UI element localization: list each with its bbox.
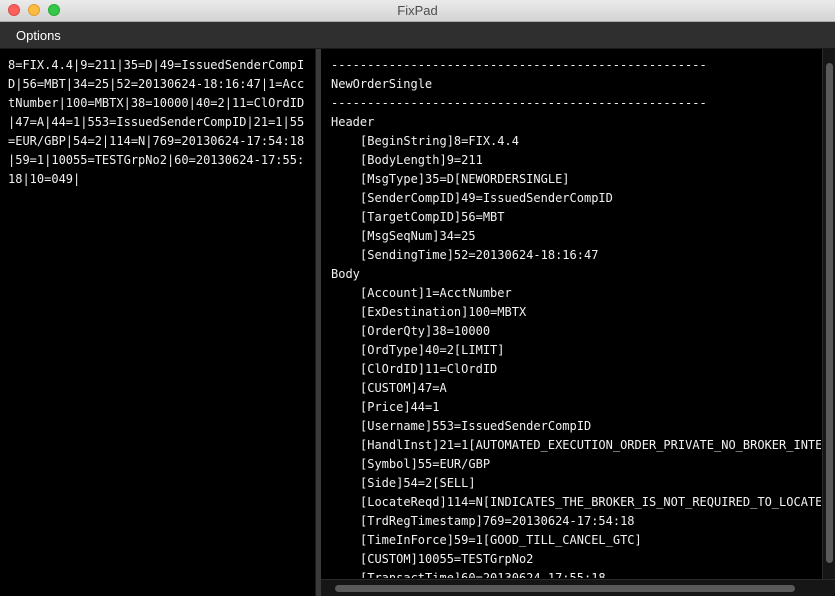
parsed-message-tree: ----------------------------------------… — [331, 56, 821, 578]
header-fields: [BeginString]8=FIX.4.4 [BodyLength]9=211 [… — [331, 132, 821, 265]
field-line: [ClOrdID]11=ClOrdID — [360, 362, 498, 376]
parsed-message-pane[interactable]: ----------------------------------------… — [321, 49, 835, 596]
header-section-label: Header — [331, 115, 375, 129]
raw-message-pane[interactable]: 8=FIX.4.4|9=211|35=D|49=IssuedSenderComp… — [0, 49, 315, 596]
vertical-scrollbar[interactable] — [822, 49, 835, 579]
field-line: [HandlInst]21=1[AUTOMATED_EXECUTION_ORDE… — [360, 438, 821, 452]
message-type-label: NewOrderSingle — [331, 77, 433, 91]
options-menu[interactable]: Options — [16, 28, 61, 43]
field-line: [TimeInForce]59=1[GOOD_TILL_CANCEL_GTC] — [360, 533, 642, 547]
separator-line: ----------------------------------------… — [331, 58, 707, 72]
window-title: FixPad — [397, 3, 438, 18]
field-line: [CUSTOM]47=A — [360, 381, 447, 395]
title-bar: FixPad — [0, 0, 835, 22]
field-line: [TransactTime]60=20130624-17:55:18 — [360, 571, 606, 578]
field-line: [CUSTOM]10055=TESTGrpNo2 — [360, 552, 534, 566]
field-line: [MsgSeqNum]34=25 — [360, 229, 476, 243]
field-line: [SendingTime]52=20130624-18:16:47 — [360, 248, 599, 262]
field-line: [MsgType]35=D[NEWORDERSINGLE] — [360, 172, 570, 186]
field-line: [ExDestination]100=MBTX — [360, 305, 527, 319]
body-section-label: Body — [331, 267, 360, 281]
field-line: [Account]1=AcctNumber — [360, 286, 512, 300]
field-line: [TargetCompID]56=MBT — [360, 210, 505, 224]
separator-line: ----------------------------------------… — [331, 96, 707, 110]
vertical-scroll-thumb[interactable] — [826, 63, 833, 563]
field-line: [Username]553=IssuedSenderCompID — [360, 419, 592, 433]
body-fields: [Account]1=AcctNumber [ExDestination]100=… — [331, 284, 821, 578]
horizontal-scroll-thumb[interactable] — [335, 585, 795, 592]
field-line: [TrdRegTimestamp]769=20130624-17:54:18 — [360, 514, 635, 528]
field-line: [BeginString]8=FIX.4.4 — [360, 134, 519, 148]
field-line: [OrderQty]38=10000 — [360, 324, 491, 338]
field-line: [SenderCompID]49=IssuedSenderCompID — [360, 191, 613, 205]
field-line: [Symbol]55=EUR/GBP — [360, 457, 491, 471]
raw-message-text[interactable]: 8=FIX.4.4|9=211|35=D|49=IssuedSenderComp… — [0, 49, 315, 189]
field-line: [OrdType]40=2[LIMIT] — [360, 343, 505, 357]
field-line: [LocateReqd]114=N[INDICATES_THE_BROKER_I… — [360, 495, 821, 509]
field-line: [Side]54=2[SELL] — [360, 476, 476, 490]
menu-bar: Options — [0, 22, 835, 49]
field-line: [Price]44=1 — [360, 400, 440, 414]
horizontal-scrollbar[interactable] — [321, 579, 835, 596]
field-line: [BodyLength]9=211 — [360, 153, 483, 167]
